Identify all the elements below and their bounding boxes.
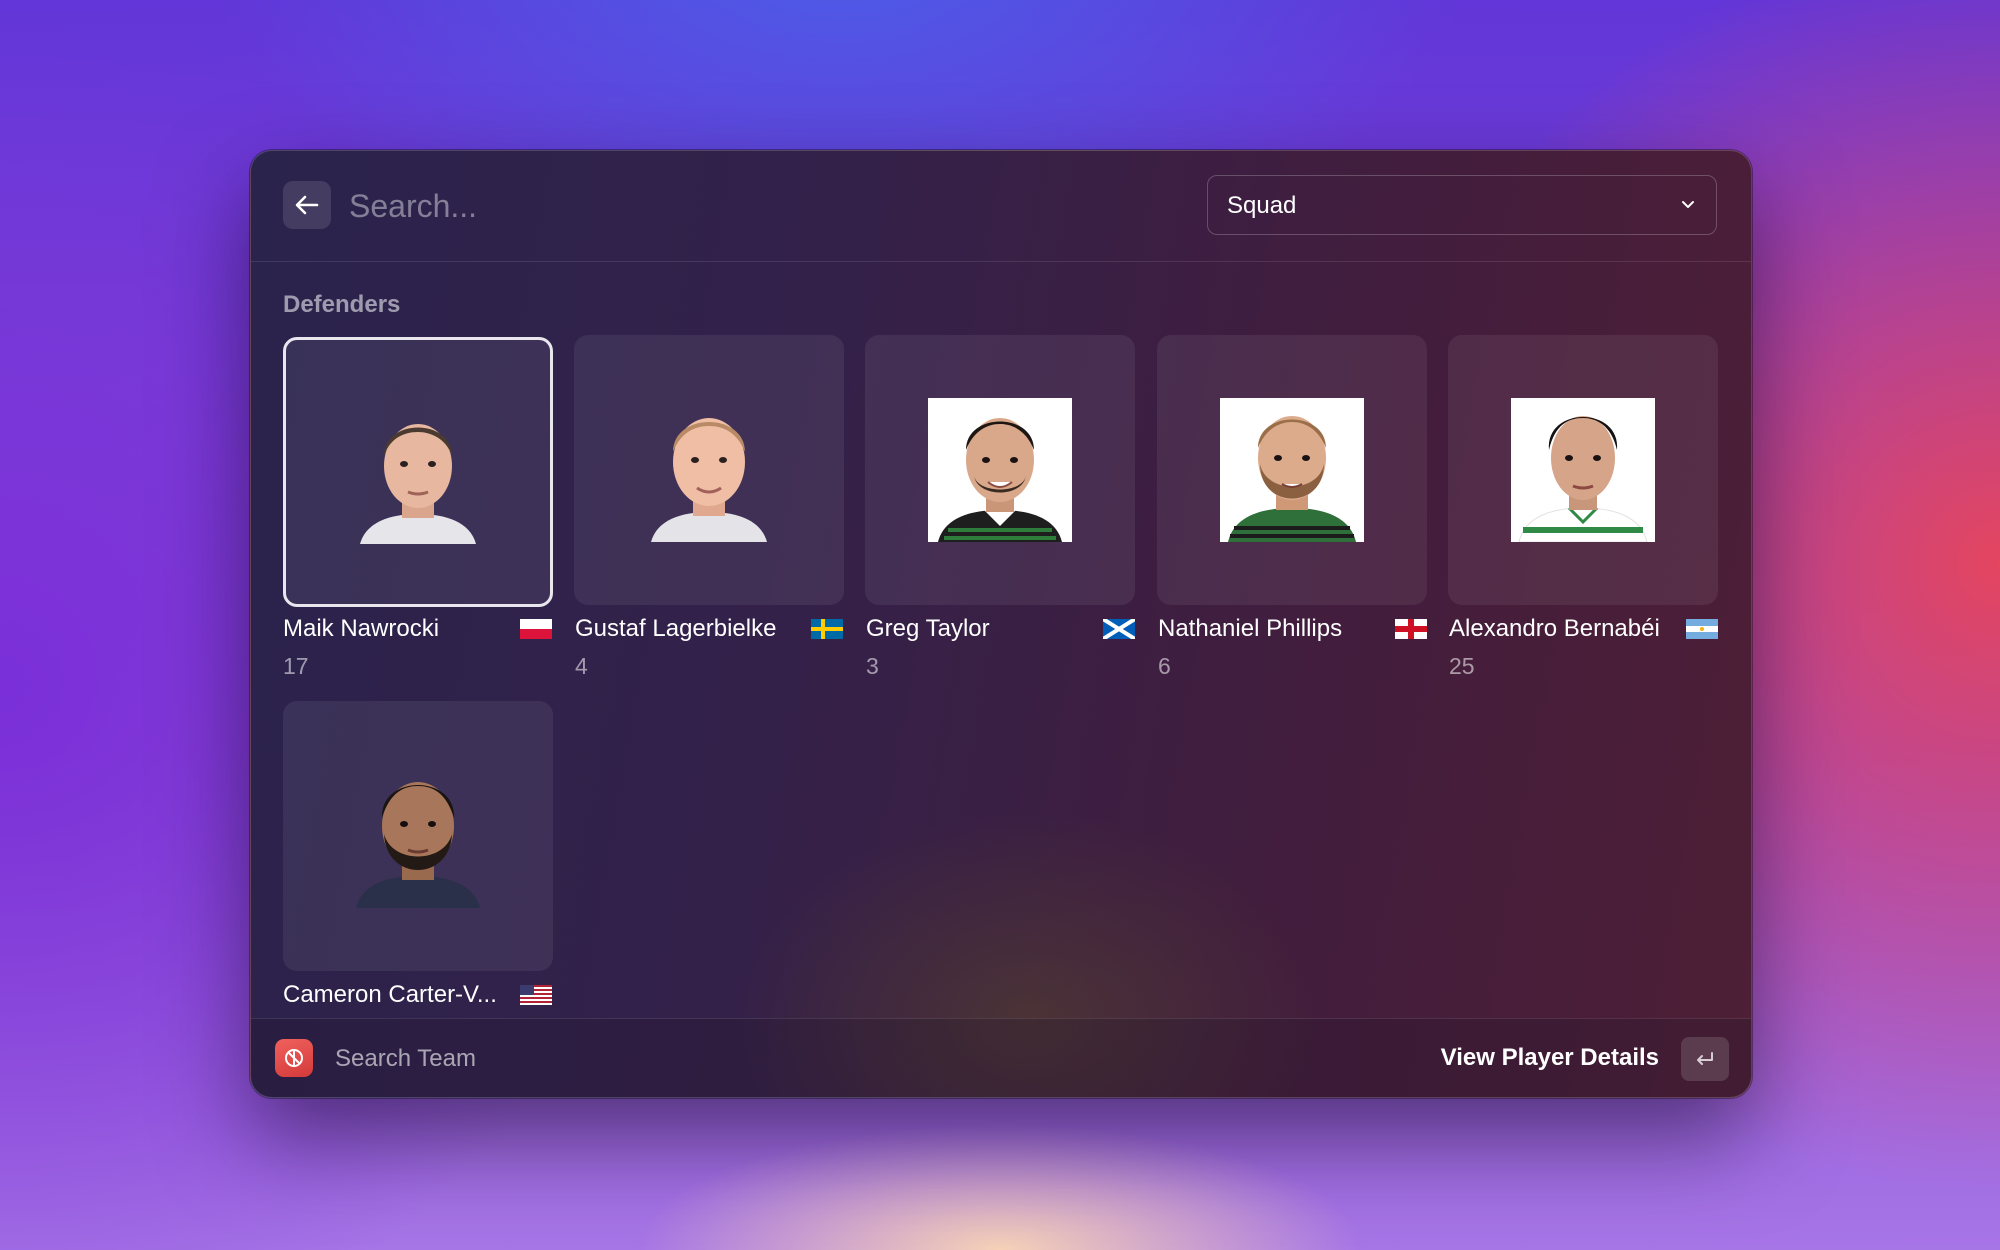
arrow-left-icon [295, 195, 319, 215]
player-number: 25 [1449, 653, 1475, 679]
app-name: Search Team [335, 1045, 476, 1072]
enter-key-button[interactable] [1681, 1037, 1729, 1081]
return-key-icon [1697, 1052, 1713, 1065]
scotland-flag-icon [1103, 619, 1135, 639]
player-number: 4 [575, 653, 588, 679]
player-name: Cameron Carter-V... [283, 981, 497, 1008]
player-name: Maik Nawrocki [283, 615, 440, 642]
poland-flag-icon [520, 619, 552, 639]
player-number: 6 [1158, 653, 1171, 679]
player-card[interactable] [1448, 335, 1718, 605]
app-icon [275, 1039, 313, 1077]
player-card[interactable] [283, 701, 553, 971]
player-photo [1220, 398, 1364, 542]
filter-dropdown[interactable]: Squad [1207, 175, 1717, 235]
back-button[interactable] [283, 181, 331, 229]
player-number: 3 [866, 653, 879, 679]
player-photo [346, 764, 490, 908]
sweden-flag-icon [811, 619, 843, 639]
player-card[interactable] [1157, 335, 1427, 605]
search-input[interactable] [347, 179, 1151, 233]
player-number: 17 [283, 653, 309, 679]
player-photo [637, 398, 781, 542]
search-bar: Squad [251, 151, 1751, 262]
player-photo [1511, 398, 1655, 542]
england-flag-icon [1395, 619, 1427, 639]
player-card[interactable] [283, 337, 553, 607]
player-name: Gustaf Lagerbielke [575, 615, 777, 642]
launcher-window: Squad Defenders Maik Nawrocki 17 [250, 150, 1752, 1098]
player-name: Greg Taylor [866, 615, 990, 642]
filter-dropdown-value: Squad [1227, 192, 1297, 219]
player-photo [346, 400, 490, 544]
player-name: Nathaniel Phillips [1158, 615, 1343, 642]
usa-flag-icon [520, 985, 552, 1005]
chevron-down-icon [1682, 201, 1694, 208]
player-photo [928, 398, 1072, 542]
primary-action-button[interactable]: View Player Details [1441, 1044, 1659, 1072]
section-title: Defenders [283, 291, 401, 318]
player-card[interactable] [574, 335, 844, 605]
player-card[interactable] [865, 335, 1135, 605]
player-name: Alexandro Bernabéi [1449, 615, 1660, 642]
argentina-flag-icon [1686, 619, 1718, 639]
team-logo-icon [285, 1049, 303, 1067]
action-bar: Search Team View Player Details [251, 1018, 1751, 1097]
